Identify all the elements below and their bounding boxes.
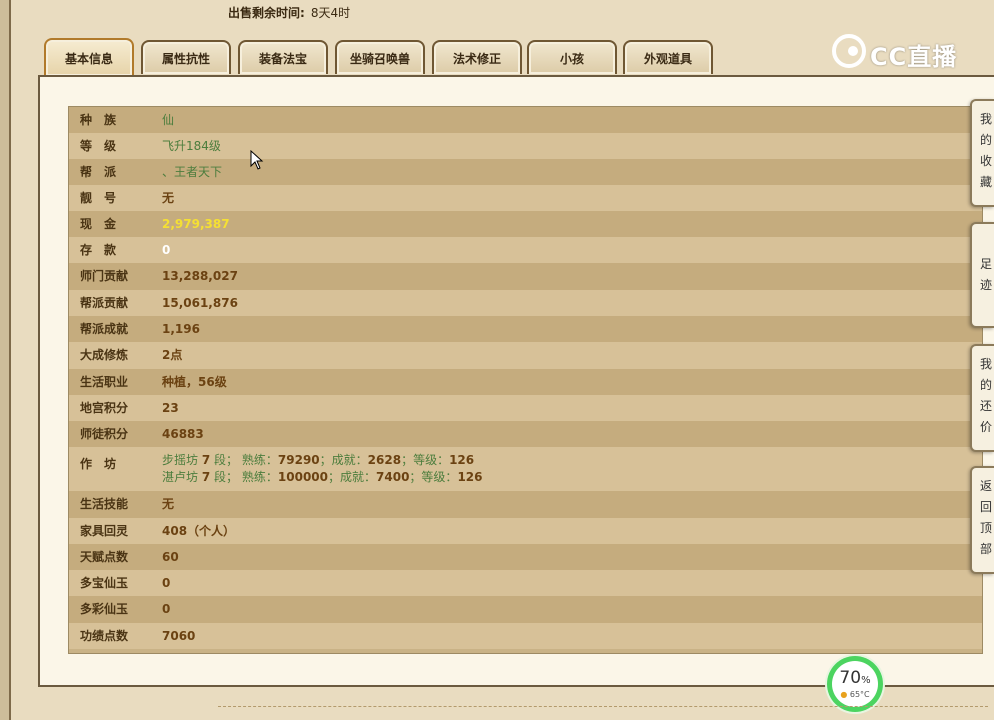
tab-attributes[interactable]: 属性抗性	[141, 40, 231, 74]
mouse-cursor-icon	[250, 150, 264, 170]
mentor-score-value: 46883	[162, 427, 204, 441]
row-label: 生活职业	[80, 375, 129, 389]
life-skill-value: 无	[162, 497, 175, 511]
row-level: 等 级 飞升184级	[69, 133, 982, 159]
row-gang-achieve: 帮派成就 1,196	[69, 316, 982, 342]
row-school-contrib: 师门贡献 13,288,027	[69, 263, 982, 290]
row-workshop: 作 坊 步摇坊 7 段； 熟练：79290；成就：2628；等级：126 湛卢坊…	[69, 447, 982, 491]
school-contrib-value: 13,288,027	[162, 269, 238, 283]
bottom-divider	[218, 706, 988, 707]
row-life-job: 生活职业 种植，56级	[69, 369, 982, 395]
logo-text: CC直播	[870, 43, 958, 71]
row-talent: 天赋点数 60	[69, 544, 982, 570]
gang-value: 、王者天下	[162, 165, 223, 179]
gauge-temperature: ● 65°C	[840, 690, 870, 699]
thermometer-icon: ●	[840, 690, 848, 699]
furniture-value: 408（个人）	[162, 524, 236, 538]
row-deposit: 存 款 0	[69, 237, 982, 263]
side-button-back-to-top[interactable]: 返回顶部	[970, 466, 994, 574]
row-label: 多宝仙玉	[80, 576, 129, 590]
cc-logo-icon	[832, 34, 866, 68]
level-value: 飞升184级	[162, 139, 221, 153]
race-value: 仙	[162, 113, 175, 127]
side-button-my-offers[interactable]: 我的还价	[970, 344, 994, 452]
duocai-value: 0	[162, 602, 171, 616]
talent-value: 60	[162, 550, 179, 564]
tab-basic-info[interactable]: 基本信息	[44, 38, 134, 76]
merit-value: 7060	[162, 629, 196, 643]
row-mentor-score: 师徒积分 46883	[69, 421, 982, 447]
row-label: 师门贡献	[80, 269, 129, 283]
life-job-value: 种植，56级	[162, 375, 227, 389]
sale-time-value: 8天4时	[310, 6, 351, 20]
gang-contrib-value: 15,061,876	[162, 296, 238, 310]
row-label: 作 坊	[80, 457, 117, 471]
row-life-skill: 生活技能 无	[69, 491, 982, 518]
row-label: 生活技能	[80, 497, 129, 511]
row-duocai: 多彩仙玉 0	[69, 596, 982, 623]
tab-equipment[interactable]: 装备法宝	[238, 40, 328, 74]
row-palace-score: 地宫积分 23	[69, 395, 982, 421]
row-label: 存 款	[80, 243, 117, 257]
tab-children[interactable]: 小孩	[527, 40, 617, 74]
workshop-line: 湛卢坊 7 段； 熟练：100000；成就：7400；等级：126	[162, 470, 483, 484]
cash-value: 2,979,387	[162, 217, 230, 231]
gauge-percent: 70%	[839, 668, 871, 688]
row-dacheng: 大成修炼 2点	[69, 342, 982, 369]
row-label: 等 级	[80, 139, 117, 153]
row-gang: 帮 派 、王者天下	[69, 159, 982, 185]
deposit-value: 0	[162, 243, 171, 257]
row-pretty-id: 靓 号 无	[69, 185, 982, 211]
tab-appearance[interactable]: 外观道具	[623, 40, 713, 74]
row-label: 功绩点数	[80, 629, 129, 643]
side-button-favorites[interactable]: 我的收藏	[970, 99, 994, 207]
dacheng-value: 2点	[162, 348, 183, 362]
row-label: 天赋点数	[80, 550, 129, 564]
info-table: 种 族 仙 等 级 飞升184级 帮 派 、王者天下 靓 号 无 现 金 2,9…	[68, 106, 983, 654]
row-label: 多彩仙玉	[80, 602, 129, 616]
workshop-line: 步摇坊 7 段； 熟练：79290；成就：2628；等级：126	[162, 453, 475, 467]
row-label: 靓 号	[80, 191, 117, 205]
pretty-id-value: 无	[162, 191, 175, 205]
sale-time: 出售剩余时间: 8天4时	[228, 4, 350, 21]
gang-achieve-value: 1,196	[162, 322, 200, 336]
row-label: 种 族	[80, 113, 117, 127]
duobao-value: 0	[162, 576, 171, 590]
row-label: 家具回灵	[80, 524, 129, 538]
row-cash: 现 金 2,979,387	[69, 211, 982, 237]
row-furniture: 家具回灵 408（个人）	[69, 518, 982, 544]
palace-score-value: 23	[162, 401, 179, 415]
info-panel: 种 族 仙 等 级 飞升184级 帮 派 、王者天下 靓 号 无 现 金 2,9…	[38, 75, 994, 687]
row-label: 帮派成就	[80, 322, 129, 336]
side-button-footprints[interactable]: 足迹	[970, 222, 994, 328]
row-gang-contrib: 帮派贡献 15,061,876	[69, 290, 982, 316]
cc-logo: CC直播	[832, 32, 972, 74]
row-label: 师徒积分	[80, 427, 129, 441]
left-border	[0, 0, 11, 720]
row-label: 大成修炼	[80, 348, 129, 362]
row-merit: 功绩点数 7060	[69, 623, 982, 649]
tab-mounts-pets[interactable]: 坐骑召唤兽	[335, 40, 425, 74]
row-label: 地宫积分	[80, 401, 129, 415]
row-label: 现 金	[80, 217, 117, 231]
row-label: 帮派贡献	[80, 296, 129, 310]
tab-spell-correction[interactable]: 法术修正	[432, 40, 522, 74]
cpu-gauge: 70% ● 65°C	[827, 656, 883, 712]
row-race: 种 族 仙	[69, 107, 982, 133]
sale-time-label: 出售剩余时间:	[228, 6, 305, 20]
row-duobao: 多宝仙玉 0	[69, 570, 982, 596]
row-label: 帮 派	[80, 165, 117, 179]
